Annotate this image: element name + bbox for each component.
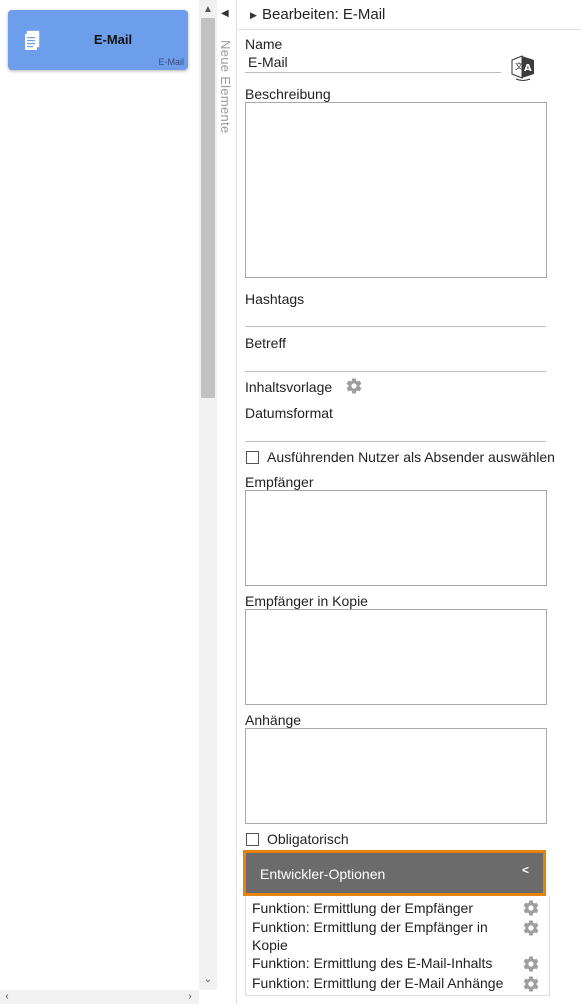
- developer-options-label: Entwickler-Optionen: [260, 866, 386, 882]
- function-item-attachments: Funktion: Ermittlung der E-Mail Anhänge: [252, 975, 504, 991]
- node-title: E-Mail: [93, 32, 133, 47]
- expand-right-icon[interactable]: ▶: [250, 10, 257, 21]
- scroll-left-icon[interactable]: ‹: [0, 990, 14, 1004]
- scroll-up-icon[interactable]: ▲: [199, 2, 217, 18]
- gear-icon[interactable]: [522, 899, 540, 917]
- vertical-scrollbar[interactable]: ▲ ⌄: [199, 0, 217, 990]
- sender-checkbox-label[interactable]: Ausführenden Nutzer als Absender auswähl…: [267, 449, 555, 465]
- gear-icon[interactable]: [522, 919, 540, 937]
- description-label: Beschreibung: [245, 86, 331, 102]
- template-gear-icon[interactable]: [345, 377, 363, 395]
- properties-header: ▶ Bearbeiten: E-Mail: [238, 0, 581, 30]
- recipients-textarea[interactable]: [245, 490, 547, 586]
- subject-label: Betreff: [245, 335, 286, 351]
- collapse-left-icon[interactable]: ◀: [221, 8, 229, 19]
- canvas[interactable]: E-Mail E-Mail: [0, 0, 199, 990]
- name-label: Name: [245, 36, 283, 52]
- hashtags-input[interactable]: [245, 326, 546, 327]
- new-elements-panel[interactable]: ◀ Neue Elemente: [217, 0, 237, 1004]
- name-underline: [245, 72, 501, 73]
- function-item-content: Funktion: Ermittlung des E-Mail-Inhalts: [252, 955, 493, 971]
- recipients-label: Empfänger: [245, 474, 314, 490]
- horizontal-scrollbar[interactable]: ‹ ›: [0, 990, 199, 1004]
- document-icon: [25, 30, 40, 50]
- attachments-label: Anhänge: [245, 712, 302, 728]
- cc-label: Empfänger in Kopie: [245, 593, 368, 609]
- mandatory-checkbox-label[interactable]: Obligatorisch: [267, 831, 349, 847]
- email-node[interactable]: E-Mail E-Mail: [8, 10, 188, 70]
- gear-icon[interactable]: [522, 955, 540, 973]
- scroll-thumb[interactable]: [201, 18, 215, 398]
- mandatory-checkbox[interactable]: [246, 833, 259, 846]
- date-format-input[interactable]: [245, 441, 546, 442]
- cc-textarea[interactable]: [245, 609, 547, 705]
- gear-icon[interactable]: [522, 975, 540, 993]
- hashtags-label: Hashtags: [245, 291, 305, 307]
- functions-list: Funktion: Ermittlung der Empfänger Funkt…: [245, 896, 550, 996]
- scroll-down-icon[interactable]: ⌄: [199, 972, 217, 988]
- template-label: Inhaltsvorlage: [245, 379, 333, 395]
- sender-checkbox[interactable]: [246, 451, 259, 464]
- node-type-label: E-Mail: [158, 57, 184, 67]
- date-format-label: Datumsformat: [245, 405, 333, 421]
- description-textarea[interactable]: [245, 102, 547, 278]
- attachments-textarea[interactable]: [245, 728, 547, 824]
- function-item-recipients: Funktion: Ermittlung der Empfänger: [252, 900, 473, 916]
- scroll-right-icon[interactable]: ›: [183, 990, 197, 1004]
- collapse-up-icon[interactable]: ˂: [522, 863, 529, 877]
- name-input[interactable]: E-Mail: [248, 54, 288, 70]
- translate-icon[interactable]: 文 A: [510, 52, 536, 82]
- svg-text:A: A: [524, 63, 532, 74]
- properties-title: Bearbeiten: E-Mail: [262, 6, 386, 23]
- developer-options-header[interactable]: Entwickler-Optionen ˂: [243, 850, 546, 896]
- new-elements-label[interactable]: Neue Elemente: [218, 40, 233, 134]
- function-item-cc: Funktion: Ermittlung der Empfänger in Ko…: [252, 919, 488, 953]
- svg-text:文: 文: [515, 61, 523, 71]
- subject-input[interactable]: [245, 371, 546, 372]
- properties-panel: ▶ Bearbeiten: E-Mail Name E-Mail 文 A Bes…: [238, 0, 581, 1004]
